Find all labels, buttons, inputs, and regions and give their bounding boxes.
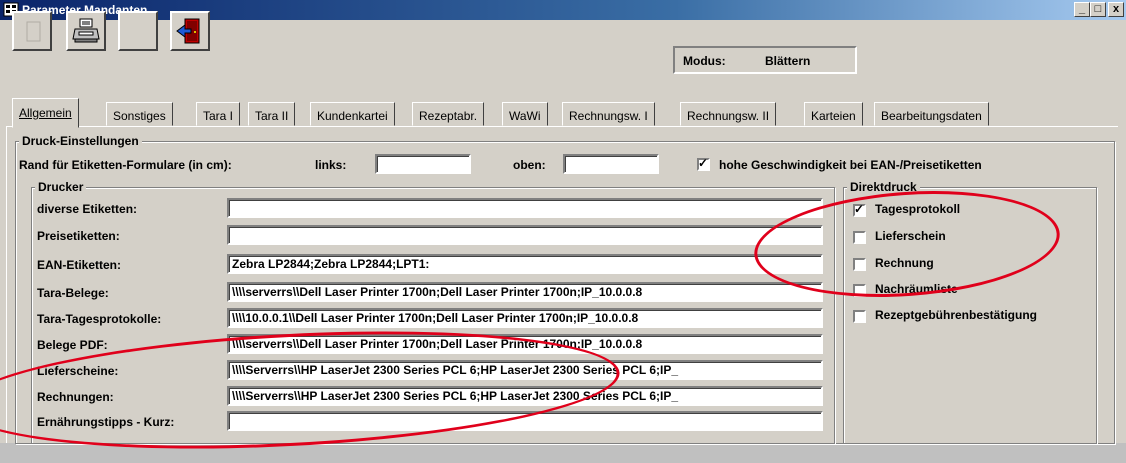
tab-label: Tara I xyxy=(203,109,234,123)
tab-page-allgemein: Druck-Einstellungen Rand für Etiketten-F… xyxy=(6,126,1118,444)
drucker-label-tara-belege: Tara-Belege: xyxy=(37,286,109,300)
drucker-field-ernaehrungstipps[interactable] xyxy=(227,411,823,431)
tab-tara-2[interactable]: Tara II xyxy=(248,102,296,126)
tagesprotokoll-checkbox[interactable] xyxy=(853,202,866,217)
drucker-field-preis[interactable] xyxy=(227,225,823,245)
minimize-button[interactable]: _ xyxy=(1074,2,1090,17)
drucker-title: Drucker xyxy=(35,180,87,194)
tab-label: Rezeptabr. xyxy=(419,109,478,123)
tab-label: Bearbeitungsdaten xyxy=(881,109,982,123)
maximize-icon: □ xyxy=(1094,3,1102,15)
drucker-label-lieferscheine: Lieferscheine: xyxy=(37,364,119,378)
speed-label: hohe Geschwindigkeit bei EAN-/Preisetike… xyxy=(719,158,982,172)
tab-karteien[interactable]: Karteien xyxy=(804,102,863,126)
drucker-label-tara-tagesprotokolle: Tara-Tagesprotokolle: xyxy=(37,312,162,326)
tab-label: Sonstiges xyxy=(113,109,166,123)
drucker-field-ean[interactable]: Zebra LP2844;Zebra LP2844;LPT1: xyxy=(227,254,823,274)
links-label: links: xyxy=(315,158,347,172)
close-button[interactable]: x xyxy=(1108,2,1124,17)
tab-wawi[interactable]: WaWi xyxy=(502,102,548,126)
lieferschein-checkbox[interactable] xyxy=(853,231,866,244)
exit-button[interactable] xyxy=(170,11,210,51)
druck-einstellungen-title: Druck-Einstellungen xyxy=(19,134,142,148)
tab-label: Rechnungsw. I xyxy=(569,109,648,123)
tab-strip: Allgemein Sonstiges Tara I Tara II Kunde… xyxy=(0,98,1126,128)
tagesprotokoll-label: Tagesprotokoll xyxy=(875,202,961,216)
links-input[interactable] xyxy=(375,154,471,174)
tab-label: Karteien xyxy=(811,109,856,123)
drucker-label-rechnungen: Rechnungen: xyxy=(37,390,114,404)
tab-label: WaWi xyxy=(509,109,541,123)
drucker-field-tara-belege[interactable]: \\\\serverrs\\Dell Laser Printer 1700n;D… xyxy=(227,282,823,302)
tab-bearbeitungsdaten[interactable]: Bearbeitungsdaten xyxy=(874,102,989,126)
drucker-label-ernaehrungstipps: Ernährungstipps - Kurz: xyxy=(37,415,175,429)
printer-icon xyxy=(72,18,100,43)
tab-label: Allgemein xyxy=(19,106,72,120)
modus-value: Blättern xyxy=(765,54,811,68)
speed-checkbox[interactable] xyxy=(697,156,710,171)
blank-button[interactable] xyxy=(118,11,158,51)
rezeptgebuehren-label: Rezeptgebührenbestätigung xyxy=(875,308,1038,322)
drucker-field-rechnungen[interactable]: \\\\Serverrs\\HP LaserJet 2300 Series PC… xyxy=(227,386,823,406)
tab-label: Rechnungsw. II xyxy=(687,109,770,123)
close-icon: x xyxy=(1112,3,1120,15)
new-icon xyxy=(26,21,41,42)
lieferschein-label: Lieferschein xyxy=(875,229,946,243)
drucker-label-ean: EAN-Etiketten: xyxy=(37,258,122,272)
tab-kundenkartei[interactable]: Kundenkartei xyxy=(310,102,395,126)
blank-icon xyxy=(124,17,152,45)
nachraeumliste-checkbox[interactable] xyxy=(853,284,866,297)
oben-label: oben: xyxy=(513,158,546,172)
tab-rechnungsw-1[interactable]: Rechnungsw. I xyxy=(562,102,655,126)
drucker-label-belege-pdf: Belege PDF: xyxy=(37,338,108,352)
tab-label: Tara II xyxy=(255,109,289,123)
drucker-field-tara-tagesprotokolle[interactable]: \\\\10.0.0.1\\Dell Laser Printer 1700n;D… xyxy=(227,308,823,328)
nachraeumliste-label: Nachräumliste xyxy=(875,282,958,296)
rand-label: Rand für Etiketten-Formulare (in cm): xyxy=(19,158,232,172)
modus-panel: Modus: Blättern xyxy=(673,46,857,74)
window: Parameter Mandanten _ □ x Modus: Blätter xyxy=(0,0,1126,463)
drucker-label-preis: Preisetiketten: xyxy=(37,229,120,243)
oben-input[interactable] xyxy=(563,154,659,174)
new-button[interactable] xyxy=(12,11,52,51)
tab-sonstiges[interactable]: Sonstiges xyxy=(106,102,173,126)
tab-rezeptabr[interactable]: Rezeptabr. xyxy=(412,102,485,126)
tab-rechnungsw-2[interactable]: Rechnungsw. II xyxy=(680,102,777,126)
minimize-icon: _ xyxy=(1078,3,1086,15)
modus-label: Modus: xyxy=(683,54,726,68)
drucker-field-lieferscheine[interactable]: \\\\Serverrs\\HP LaserJet 2300 Series PC… xyxy=(227,360,823,380)
tab-allgemein[interactable]: Allgemein xyxy=(12,98,79,128)
direktdruck-title: Direktdruck xyxy=(847,180,920,194)
rechnung-label: Rechnung xyxy=(875,256,934,270)
drucker-field-diverse[interactable] xyxy=(227,198,823,218)
print-button[interactable] xyxy=(66,11,106,51)
rezeptgebuehren-checkbox[interactable] xyxy=(853,310,866,323)
tab-label: Kundenkartei xyxy=(317,109,388,123)
exit-door-icon xyxy=(176,18,200,44)
drucker-label-diverse: diverse Etiketten: xyxy=(37,202,138,216)
drucker-field-belege-pdf[interactable]: \\\\serverrs\\Dell Laser Printer 1700n;D… xyxy=(227,334,823,354)
maximize-button[interactable]: □ xyxy=(1090,2,1106,17)
rechnung-checkbox[interactable] xyxy=(853,258,866,271)
title-bar[interactable]: Parameter Mandanten _ □ x xyxy=(0,0,1126,20)
tab-tara-1[interactable]: Tara I xyxy=(196,102,241,126)
